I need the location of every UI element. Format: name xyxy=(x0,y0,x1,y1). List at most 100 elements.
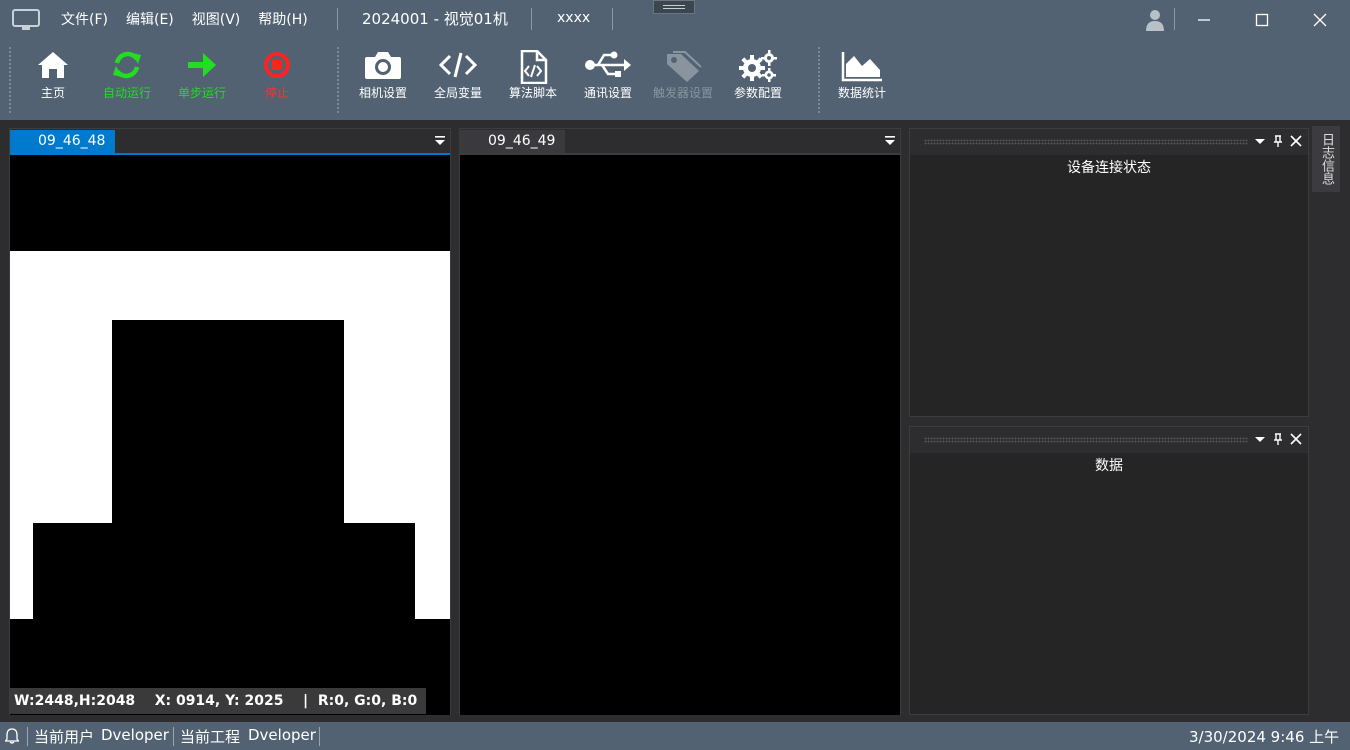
project-title: 2024001 - 视觉01机 xyxy=(362,10,508,28)
stop-button[interactable]: 停止 xyxy=(240,48,314,108)
current-user: Dveloper xyxy=(101,726,169,744)
image-size: W:2448,H:2048 xyxy=(14,693,136,709)
app-window: 文件(F) 编辑(E) 视图(V) 帮助(H) 2024001 - 视觉01机 … xyxy=(0,0,1350,750)
info-divider: | xyxy=(302,693,309,709)
monitor-icon xyxy=(12,9,40,30)
title-separator xyxy=(531,8,532,30)
tool-label: 单步运行 xyxy=(177,86,226,100)
minimize-icon xyxy=(1198,19,1210,21)
title-bar: 文件(F) 编辑(E) 视图(V) 帮助(H) 2024001 - 视觉01机 … xyxy=(0,0,1350,40)
status-datetime: 3/30/2024 9:46 上午 xyxy=(1189,728,1340,746)
gears-icon xyxy=(739,50,777,82)
menu-edit[interactable]: 编辑(E) xyxy=(117,8,183,32)
image-canvas[interactable] xyxy=(10,155,450,715)
tab-dropdown-icon[interactable] xyxy=(884,135,896,147)
status-separator xyxy=(173,727,174,746)
close-icon[interactable] xyxy=(1290,135,1302,147)
code-icon xyxy=(438,52,478,78)
toolbar: 主页 自动运行 单步运行 停止 相机设置 全局变量 算法脚本 通讯设置 触发器设… xyxy=(0,40,1350,120)
global-variables-button[interactable]: 全局变量 xyxy=(421,48,495,108)
home-button[interactable]: 主页 xyxy=(16,48,90,108)
tab-dropdown-icon[interactable] xyxy=(434,135,446,147)
title-separator xyxy=(337,8,338,30)
tag-icon xyxy=(667,51,702,82)
camera-icon xyxy=(365,52,401,79)
user-icon[interactable] xyxy=(1145,9,1165,31)
home-icon xyxy=(38,52,68,78)
image-document-1: 09_46_48 W:2448,H:2048 X: 0914, Y: 2025 … xyxy=(9,128,451,715)
pin-icon[interactable] xyxy=(1272,433,1284,445)
trigger-settings-button: 触发器设置 xyxy=(646,48,720,108)
pixel-rgb: R:0, G:0, B:0 xyxy=(317,693,418,709)
tool-label: 停止 xyxy=(264,86,289,100)
image-document-2: 09_46_49 xyxy=(459,128,901,715)
status-separator xyxy=(27,727,28,746)
cursor-position: X: 0914, Y: 2025 xyxy=(154,693,284,709)
stop-icon xyxy=(264,52,290,78)
area-chart-icon xyxy=(841,52,882,82)
pane-buttons xyxy=(1254,135,1302,147)
close-button[interactable] xyxy=(1300,5,1340,35)
toolbar-grip[interactable] xyxy=(336,46,340,114)
title-extra: xxxx xyxy=(557,10,591,26)
tab-image-1[interactable]: 09_46_48 xyxy=(10,130,116,153)
pane-header[interactable] xyxy=(910,129,1308,155)
toolbar-grip[interactable] xyxy=(817,46,821,114)
maximize-icon xyxy=(1255,13,1269,27)
current-project: Dveloper xyxy=(248,726,316,744)
menu-bar: 文件(F) 编辑(E) 视图(V) 帮助(H) xyxy=(52,0,317,40)
tool-label: 数据统计 xyxy=(837,86,886,100)
maximize-button[interactable] xyxy=(1242,5,1282,35)
auto-run-button[interactable]: 自动运行 xyxy=(90,48,164,108)
bell-icon[interactable] xyxy=(5,728,19,744)
pin-icon[interactable] xyxy=(1272,135,1284,147)
tool-label: 全局变量 xyxy=(433,86,482,100)
log-info-tab[interactable]: 日志信息 xyxy=(1312,126,1340,192)
inspection-image xyxy=(10,155,450,715)
pane-title: 数据 xyxy=(1095,458,1123,474)
parameter-config-button[interactable]: 参数配置 xyxy=(721,48,795,108)
pane-title: 设备连接状态 xyxy=(1067,160,1151,176)
pane-menu-icon[interactable] xyxy=(1254,433,1266,445)
image-canvas[interactable] xyxy=(460,155,900,715)
close-icon xyxy=(1313,13,1327,27)
tool-label: 自动运行 xyxy=(102,86,151,100)
communication-settings-button[interactable]: 通讯设置 xyxy=(571,48,645,108)
tab-image-2[interactable]: 09_46_49 xyxy=(460,130,566,153)
tool-label: 通讯设置 xyxy=(583,86,632,100)
collapse-grip[interactable] xyxy=(653,0,695,14)
algorithm-script-button[interactable]: 算法脚本 xyxy=(496,48,570,108)
data-pane: 数据 xyxy=(909,426,1309,715)
refresh-icon xyxy=(113,51,141,79)
menu-view[interactable]: 视图(V) xyxy=(183,8,250,32)
camera-settings-button[interactable]: 相机设置 xyxy=(346,48,420,108)
device-status-pane: 设备连接状态 xyxy=(909,128,1309,417)
close-icon[interactable] xyxy=(1290,433,1302,445)
tool-label: 相机设置 xyxy=(358,86,407,100)
status-separator xyxy=(319,727,320,746)
pane-menu-icon[interactable] xyxy=(1254,135,1266,147)
pane-drag-handle[interactable] xyxy=(924,139,1248,145)
menu-help[interactable]: 帮助(H) xyxy=(249,8,316,32)
title-separator xyxy=(1174,8,1175,30)
side-tab-strip xyxy=(1310,120,1350,720)
tool-label: 算法脚本 xyxy=(508,86,557,100)
pane-header[interactable] xyxy=(910,427,1308,453)
tool-label: 主页 xyxy=(40,86,65,100)
usb-icon xyxy=(585,51,631,77)
current-project-label: 当前工程 xyxy=(180,728,241,746)
document-tab-strip: 09_46_49 xyxy=(460,129,900,155)
script-file-icon xyxy=(520,50,548,84)
pane-buttons xyxy=(1254,433,1302,445)
tool-label: 触发器设置 xyxy=(652,86,713,100)
tool-label: 参数配置 xyxy=(733,86,782,100)
pane-drag-handle[interactable] xyxy=(924,437,1248,443)
data-statistics-button[interactable]: 数据统计 xyxy=(825,48,899,108)
toolbar-grip[interactable] xyxy=(8,46,12,114)
image-info-bar: W:2448,H:2048 X: 0914, Y: 2025 | R:0, G:… xyxy=(10,688,427,714)
minimize-button[interactable] xyxy=(1184,5,1224,35)
menu-file[interactable]: 文件(F) xyxy=(52,8,117,32)
step-run-button[interactable]: 单步运行 xyxy=(165,48,239,108)
status-bar: 当前用户 Dveloper 当前工程 Dveloper 3/30/2024 9:… xyxy=(0,722,1350,750)
title-separator xyxy=(612,8,613,30)
